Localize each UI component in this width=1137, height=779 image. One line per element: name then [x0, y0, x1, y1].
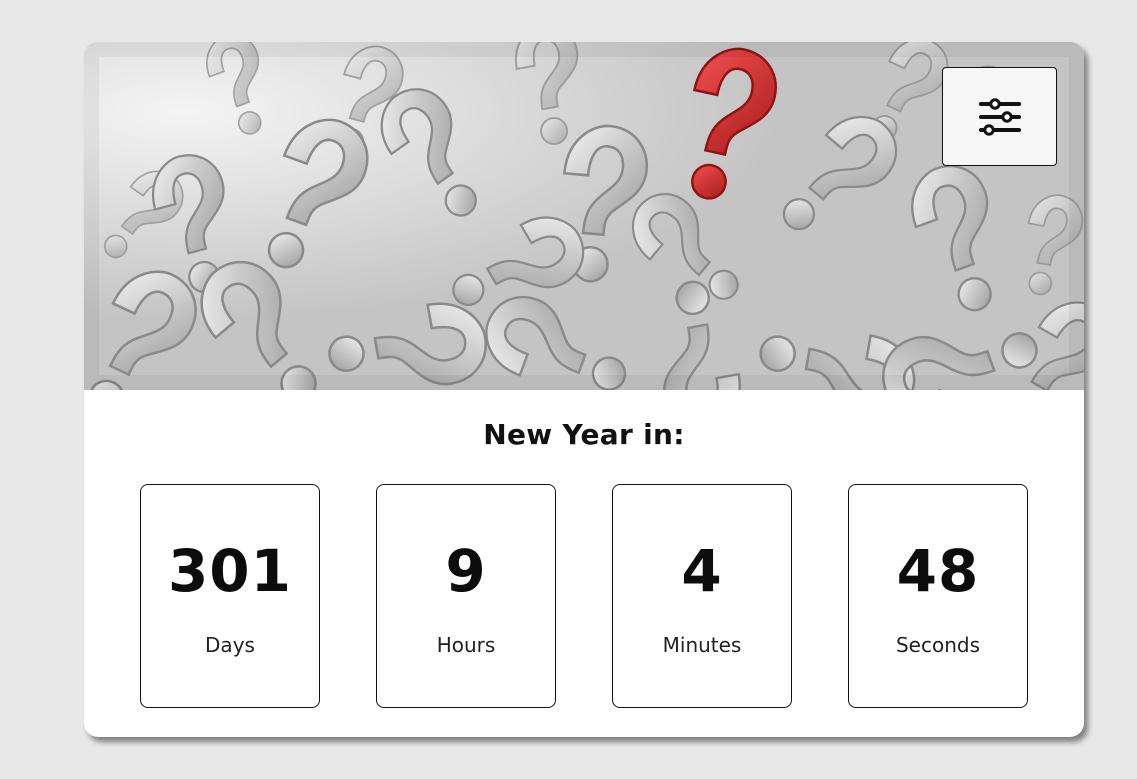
seconds-value: 48 — [896, 537, 980, 605]
countdown-units: 301 Days 9 Hours 4 Minutes 48 Seconds — [140, 484, 1028, 708]
countdown-title: New Year in: — [483, 418, 685, 451]
days-value: 301 — [167, 537, 293, 605]
countdown-card: New Year in: 301 Days 9 Hours 4 Minutes … — [84, 42, 1084, 737]
days-box: 301 Days — [140, 484, 320, 708]
seconds-box: 48 Seconds — [848, 484, 1028, 708]
minutes-box: 4 Minutes — [612, 484, 792, 708]
settings-button[interactable] — [942, 67, 1057, 166]
minutes-label: Minutes — [662, 633, 742, 657]
hours-value: 9 — [445, 537, 487, 605]
sliders-icon — [978, 97, 1021, 136]
days-label: Days — [205, 633, 255, 657]
seconds-label: Seconds — [895, 633, 981, 657]
hero-image — [84, 42, 1084, 390]
question-marks-image — [84, 42, 1084, 390]
minutes-value: 4 — [681, 537, 723, 605]
hours-label: Hours — [436, 633, 496, 657]
hours-box: 9 Hours — [376, 484, 556, 708]
